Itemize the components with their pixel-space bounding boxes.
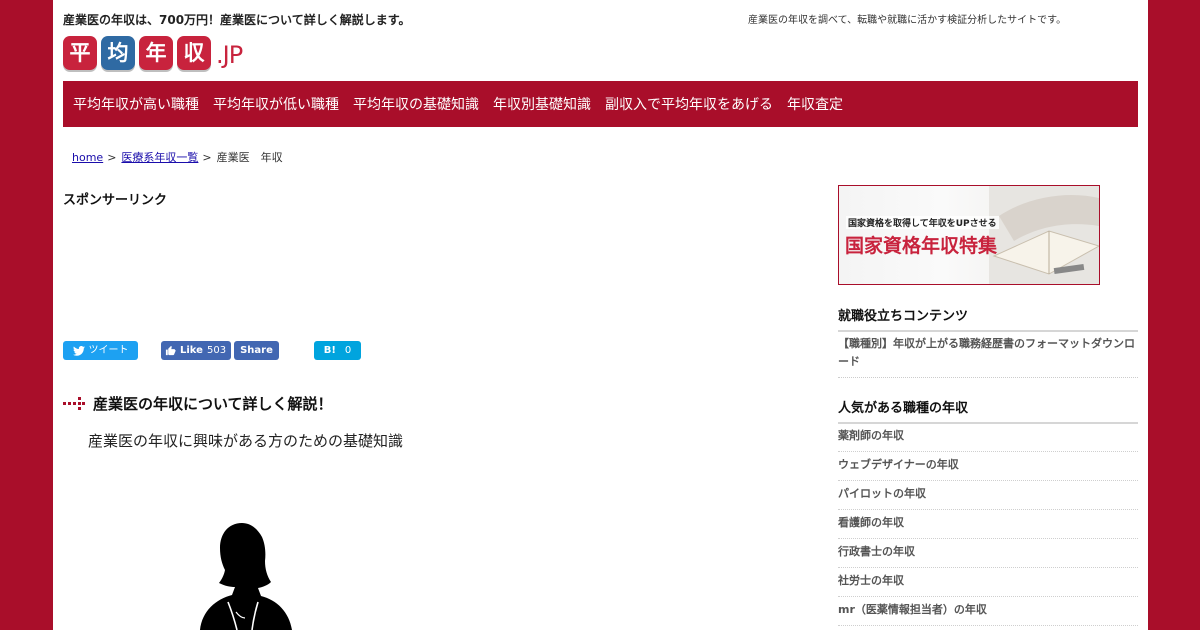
- thumbs-up-icon: [165, 345, 176, 356]
- breadcrumb-current: 産業医 年収: [216, 151, 283, 164]
- page: 産業医の年収は、700万円！産業医について詳しく解説します。 産業医の年収を調べ…: [53, 0, 1148, 630]
- breadcrumb-separator: >: [107, 151, 117, 164]
- hatena-count: 0: [344, 345, 352, 356]
- hatena-label: B!: [323, 345, 336, 356]
- sidebar-heading-popular-jobs: 人気がある職種の年収: [838, 397, 1138, 424]
- logo-block-2: 均: [101, 36, 135, 70]
- sidebar-item-pilot[interactable]: パイロットの年収: [838, 481, 1138, 510]
- logo-block-1: 平: [63, 36, 97, 70]
- sidebar-item-mr[interactable]: mr（医薬情報担当者）の年収: [838, 597, 1138, 626]
- doctor-silhouette-image: [200, 523, 292, 630]
- facebook-like-count: 503: [206, 345, 227, 356]
- banner-title: 国家資格年収特集: [845, 235, 998, 257]
- banner-kicker: 国家資格を取得して年収をUPさせる: [846, 216, 999, 229]
- nav-item-high-income[interactable]: 平均年収が高い職種: [73, 94, 199, 114]
- logo-block-3: 年: [139, 36, 173, 70]
- facebook-like-button[interactable]: Like 503: [161, 341, 232, 360]
- dots-bullet-icon: [63, 396, 85, 410]
- breadcrumb-category-link[interactable]: 医療系年収一覧: [121, 151, 198, 164]
- article-subtitle: 産業医の年収に興味がある方のための基礎知識: [88, 432, 404, 450]
- tweet-button[interactable]: ツイート: [63, 341, 138, 360]
- sidebar-item-pharmacist[interactable]: 薬剤師の年収: [838, 423, 1138, 452]
- breadcrumb: home > 医療系年収一覧 > 産業医 年収: [72, 149, 283, 165]
- nav-item-side-income[interactable]: 副収入で平均年収をあげる: [605, 94, 773, 114]
- site-tagline: 産業医の年収は、700万円！産業医について詳しく解説します。: [63, 13, 411, 27]
- hatena-bookmark-button[interactable]: B! 0: [314, 341, 361, 360]
- twitter-bird-icon: [72, 345, 85, 356]
- sidebar-item-web-designer[interactable]: ウェブデザイナーの年収: [838, 452, 1138, 481]
- facebook-like-label: Like: [180, 345, 203, 356]
- nav-item-low-income[interactable]: 平均年収が低い職種: [213, 94, 339, 114]
- facebook-buttons: Like 503 Share: [161, 341, 279, 360]
- sidebar-link-resume-format[interactable]: 【職種別】年収が上がる職務経歴書のフォーマットダウンロード: [838, 335, 1138, 378]
- sidebar-item-administrative-scrivener[interactable]: 行政書士の年収: [838, 539, 1138, 568]
- nav-item-basics[interactable]: 平均年収の基礎知識: [353, 94, 479, 114]
- nav-item-by-income[interactable]: 年収別基礎知識: [493, 94, 591, 114]
- sidebar-item-labor-consultant[interactable]: 社労士の年収: [838, 568, 1138, 597]
- book-photo-image: [989, 186, 1099, 284]
- logo-block-4: 収: [177, 36, 211, 70]
- facebook-share-button[interactable]: Share: [234, 341, 279, 360]
- sidebar-heading-useful-content: 就職役立ちコンテンツ: [838, 305, 1138, 332]
- article-title-text: 産業医の年収について詳しく解説！: [93, 395, 333, 413]
- sidebar-item-nurse[interactable]: 看護師の年収: [838, 510, 1138, 539]
- site-logo[interactable]: 平 均 年 収 .JP: [63, 30, 243, 70]
- tweet-label: ツイート: [88, 345, 129, 356]
- site-description: 産業医の年収を調べて、転職や就職に活かす検証分析したサイトです。: [748, 15, 1067, 26]
- article-title: 産業医の年収について詳しく解説！: [63, 393, 333, 414]
- breadcrumb-home-link[interactable]: home: [72, 151, 103, 164]
- main-nav: 平均年収が高い職種 平均年収が低い職種 平均年収の基礎知識 年収別基礎知識 副収…: [63, 81, 1138, 127]
- breadcrumb-separator: >: [202, 151, 212, 164]
- popular-jobs-list: 薬剤師の年収 ウェブデザイナーの年収 パイロットの年収 看護師の年収 行政書士の…: [838, 423, 1138, 626]
- nav-item-assessment[interactable]: 年収査定: [787, 94, 843, 114]
- logo-suffix: .JP: [216, 41, 243, 69]
- sponsor-label: スポンサーリンク: [63, 193, 168, 208]
- qualification-banner[interactable]: 国家資格を取得して年収をUPさせる 国家資格年収特集: [838, 185, 1100, 285]
